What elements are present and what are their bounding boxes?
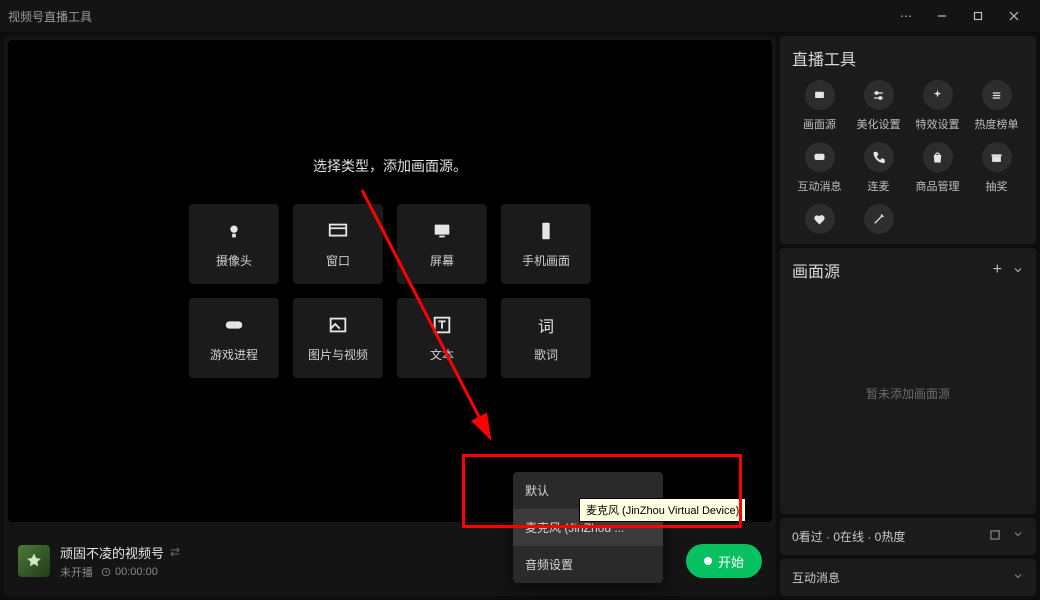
close-button[interactable] <box>996 0 1032 32</box>
preview-prompt: 选择类型，添加画面源。 <box>313 156 467 176</box>
record-dot-icon <box>704 557 712 565</box>
mic-tooltip: 麦克风 (JinZhou Virtual Device) <box>579 498 746 522</box>
source-window[interactable]: 窗口 <box>293 204 383 284</box>
tool-extra-2[interactable] <box>851 204 906 234</box>
minimize-button[interactable] <box>924 0 960 32</box>
tool-source[interactable]: 画面源 <box>792 80 847 132</box>
wand-icon <box>864 204 894 234</box>
maximize-button[interactable] <box>960 0 996 32</box>
list-icon <box>982 80 1012 110</box>
chat-icon <box>805 142 835 172</box>
text-icon <box>431 314 453 336</box>
chat-header: 互动消息 <box>792 569 840 586</box>
source-phone[interactable]: 手机画面 <box>501 204 591 284</box>
chevron-down-icon[interactable] <box>1012 570 1024 585</box>
tool-beauty[interactable]: 美化设置 <box>851 80 906 132</box>
mic-menu-settings[interactable]: 音频设置 <box>513 546 663 583</box>
broadcast-time: 00:00:00 <box>101 566 158 578</box>
swap-icon[interactable]: ⇄ <box>170 545 180 559</box>
tool-goods[interactable]: 商品管理 <box>910 142 965 194</box>
avatar <box>18 545 50 577</box>
image-icon <box>327 314 349 336</box>
gamepad-icon <box>223 314 245 336</box>
tool-msg[interactable]: 互动消息 <box>792 142 847 194</box>
more-button[interactable]: ⋯ <box>888 0 924 32</box>
account-block[interactable]: 顽固不凌的视频号 ⇄ 未开播 00:00:00 <box>18 543 180 580</box>
phone-call-icon <box>864 142 894 172</box>
lyrics-icon: 词 <box>535 314 557 336</box>
app-title: 视频号直播工具 <box>8 8 92 25</box>
tools-panel: 直播工具 画面源 美化设置 特效设置 热度榜单 互动消息 连麦 商品管理 抽奖 <box>780 36 1036 244</box>
source-icon <box>805 80 835 110</box>
stats-panel: 0看过 · 0在线 · 0热度 <box>780 518 1036 555</box>
chat-panel: 互动消息 <box>780 559 1036 596</box>
heart-icon <box>805 204 835 234</box>
stats-text: 0看过 · 0在线 · 0热度 <box>792 528 905 545</box>
source-lyrics[interactable]: 词 歌词 <box>501 298 591 378</box>
phone-icon <box>535 220 557 242</box>
screen-icon <box>431 220 453 242</box>
sources-header: 画面源 <box>792 258 840 282</box>
popout-icon[interactable] <box>988 528 1002 545</box>
sparkle-icon <box>923 80 953 110</box>
sources-empty: 暂未添加画面源 <box>792 282 1024 504</box>
bag-icon <box>923 142 953 172</box>
gift-icon <box>982 142 1012 172</box>
camera-icon <box>223 220 245 242</box>
tool-effects[interactable]: 特效设置 <box>910 80 965 132</box>
window-icon <box>327 220 349 242</box>
title-bar: 视频号直播工具 ⋯ <box>0 0 1040 32</box>
source-image[interactable]: 图片与视频 <box>293 298 383 378</box>
source-text[interactable]: 文本 <box>397 298 487 378</box>
source-grid: 摄像头 窗口 屏幕 手机画面 <box>189 204 591 378</box>
source-camera[interactable]: 摄像头 <box>189 204 279 284</box>
sliders-icon <box>864 80 894 110</box>
add-source-button[interactable]: + <box>993 261 1002 279</box>
account-status: 未开播 <box>60 564 93 580</box>
tool-extra-1[interactable] <box>792 204 847 234</box>
chevron-down-icon[interactable] <box>1012 528 1024 545</box>
source-screen[interactable]: 屏幕 <box>397 204 487 284</box>
tool-rank[interactable]: 热度榜单 <box>969 80 1024 132</box>
account-name: 顽固不凌的视频号 <box>60 543 164 562</box>
start-button[interactable]: 开始 <box>686 544 762 578</box>
source-game[interactable]: 游戏进程 <box>189 298 279 378</box>
preview-area: 选择类型，添加画面源。 摄像头 窗口 屏幕 <box>8 40 772 522</box>
tools-header: 直播工具 <box>792 46 1024 70</box>
mic-menu: 默认 麦克风 (JinZhou ... 音频设置 <box>513 472 663 583</box>
tool-call[interactable]: 连麦 <box>851 142 906 194</box>
tool-lottery[interactable]: 抽奖 <box>969 142 1024 194</box>
sources-panel: 画面源 + 暂未添加画面源 <box>780 248 1036 514</box>
chevron-down-icon[interactable] <box>1012 264 1024 276</box>
